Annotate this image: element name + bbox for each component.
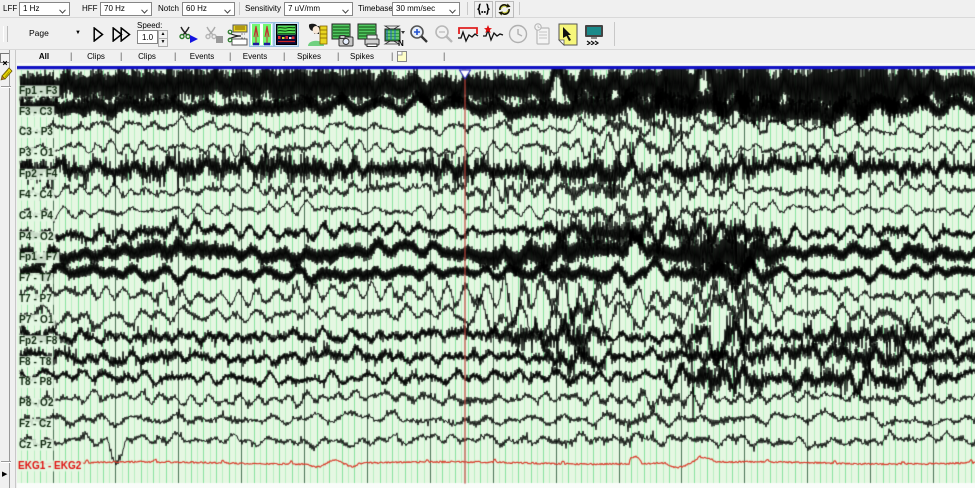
svg-text:N: N [398,39,404,47]
